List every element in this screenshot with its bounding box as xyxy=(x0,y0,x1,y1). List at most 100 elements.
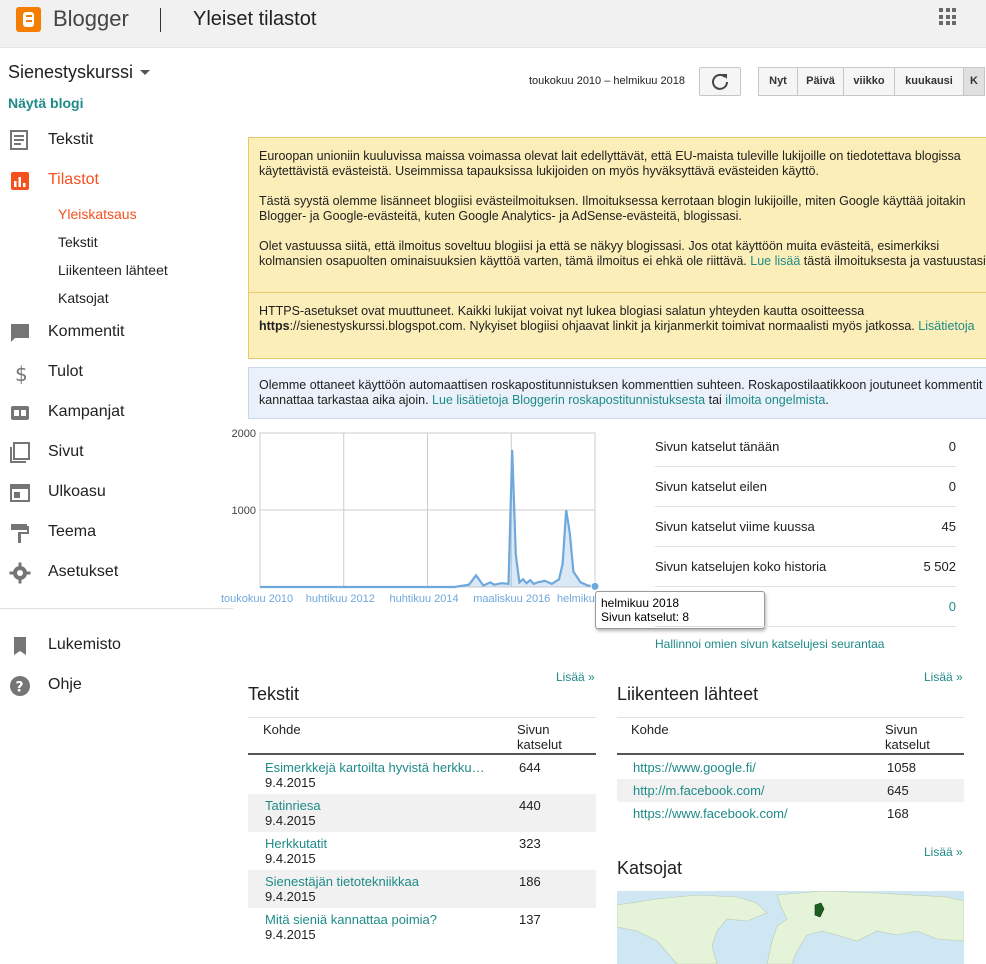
stat-label: Sivun katselut viime kuussa xyxy=(655,519,815,534)
apps-grid-icon[interactable] xyxy=(939,8,956,25)
notice-divider xyxy=(249,292,986,293)
sidebar-item-label: Ohje xyxy=(48,676,82,693)
post-date: 9.4.2015 xyxy=(265,813,316,828)
header-divider xyxy=(160,8,161,32)
traffic-source-link[interactable]: http://m.facebook.com/ xyxy=(633,783,765,798)
notice-text: Euroopan unioniin kuuluvissa maissa voim… xyxy=(259,149,961,178)
help-icon: ? xyxy=(10,676,30,696)
period-week-button[interactable]: viikko xyxy=(843,67,895,96)
post-title-link[interactable]: Tatinriesa xyxy=(265,798,485,813)
spam-info-link[interactable]: Lue lisätietoja Bloggerin roskapostitunn… xyxy=(432,393,705,407)
stat-value-link[interactable]: 0 xyxy=(949,599,956,614)
sidebar-subitem-posts[interactable]: Tekstit xyxy=(58,234,98,250)
traffic-source-link[interactable]: https://www.google.fi/ xyxy=(633,760,756,775)
sidebar-item-label: Ulkoasu xyxy=(48,483,106,500)
sidebar-item-stats[interactable]: Tilastot xyxy=(8,167,228,195)
blogger-logo-icon[interactable] xyxy=(16,7,41,32)
chart-point-highlight xyxy=(590,581,600,591)
column-header-target: Kohde xyxy=(263,722,301,737)
stat-row-today: Sivun katselut tänään 0 xyxy=(655,427,956,467)
post-title-link[interactable]: Herkkutatit xyxy=(265,836,485,851)
post-views: 644 xyxy=(519,760,541,775)
stat-row-yesterday: Sivun katselut eilen 0 xyxy=(655,467,956,507)
svg-text:$: $ xyxy=(15,362,28,385)
sidebar-subitem-audience[interactable]: Katsojat xyxy=(58,290,109,306)
stat-value: 5 502 xyxy=(923,559,956,574)
pages-icon xyxy=(10,442,30,463)
cookie-notice: Euroopan unioniin kuuluvissa maissa voim… xyxy=(248,137,986,359)
sidebar-item-pages[interactable]: Sivut xyxy=(8,439,228,467)
posts-more-link[interactable]: Lisää » xyxy=(556,670,595,684)
traffic-more-link[interactable]: Lisää » xyxy=(924,670,963,684)
learn-more-link[interactable]: Lue lisää xyxy=(750,254,800,268)
stat-label: Sivun katselut eilen xyxy=(655,479,768,494)
campaigns-icon xyxy=(11,406,29,420)
table-row: Herkkutatit 9.4.2015 323 xyxy=(248,832,596,870)
period-day-button[interactable]: Päivä xyxy=(797,67,844,96)
post-title-link[interactable]: Esimerkkejä kartoilta hyvistä herkkusien… xyxy=(265,760,485,775)
period-all-button[interactable]: K xyxy=(963,67,985,96)
sidebar-item-posts[interactable]: Tekstit xyxy=(8,127,228,155)
report-problems-link[interactable]: ilmoita ongelmista xyxy=(725,393,825,407)
period-month-button[interactable]: kuukausi xyxy=(894,67,964,96)
chevron-down-icon[interactable] xyxy=(140,70,150,75)
sidebar-item-campaigns[interactable]: Kampanjat xyxy=(8,399,228,427)
sidebar-item-label: Kampanjat xyxy=(48,403,125,420)
sidebar-item-label: Tulot xyxy=(48,363,83,380)
https-more-info-link[interactable]: Lisätietoja xyxy=(918,319,974,333)
chart-x-tick-label: toukokuu 2010 xyxy=(221,593,293,605)
page-title: Yleiset tilastot xyxy=(193,8,317,30)
stat-value: 0 xyxy=(948,479,956,494)
sidebar-subitem-overview[interactable]: Yleiskatsaus xyxy=(58,206,137,222)
traffic-heading: Liikenteen lähteet xyxy=(617,684,759,704)
layout-icon xyxy=(10,484,30,502)
post-date: 9.4.2015 xyxy=(265,851,316,866)
theme-icon xyxy=(11,524,29,543)
stat-label: Sivun katselut tänään xyxy=(655,439,780,454)
app-name[interactable]: Blogger xyxy=(53,6,129,32)
sidebar-item-settings[interactable]: Asetukset xyxy=(8,559,228,587)
blog-selector[interactable]: Sienestyskurssi xyxy=(8,62,133,83)
notice-text: Olet vastuussa siitä, että ilmoitus sove… xyxy=(259,239,986,268)
dollar-icon: $ xyxy=(15,362,28,385)
manage-tracking-link[interactable]: Hallinnoi omien sivun katselujesi seuran… xyxy=(655,637,884,651)
sidebar-item-comments[interactable]: Kommentit xyxy=(8,319,228,347)
refresh-icon xyxy=(712,73,728,90)
sidebar-item-reading-list[interactable]: Lukemisto xyxy=(8,632,228,660)
comments-icon xyxy=(11,324,29,342)
post-title-link[interactable]: Sienestäjän tietotekniikkaa xyxy=(265,874,485,889)
table-row: http://m.facebook.com/ 645 xyxy=(617,779,964,802)
sidebar-item-label: Kommentit xyxy=(48,323,125,340)
traffic-source-link[interactable]: https://www.facebook.com/ xyxy=(633,806,788,821)
chart-x-tick-label: helmikuu 2018 xyxy=(557,593,600,605)
sidebar-item-theme[interactable]: Teema xyxy=(8,519,228,547)
posts-table-header: Kohde Sivun katselut xyxy=(248,717,596,755)
sidebar-item-label: Tilastot xyxy=(48,171,99,188)
stat-value: 0 xyxy=(948,439,956,454)
pageviews-chart[interactable]: 2000 1000 toukokuu 2010 huhtikuu 2012 huhtik… xyxy=(220,423,600,613)
sidebar-item-help[interactable]: ? Ohje xyxy=(8,672,228,700)
sidebar-item-earnings[interactable]: $ Tulot xyxy=(8,359,228,387)
period-now-button[interactable]: Nyt xyxy=(758,67,798,96)
refresh-button[interactable] xyxy=(699,67,741,96)
audience-more-link[interactable]: Lisää » xyxy=(924,845,963,859)
settings-icon xyxy=(9,562,31,584)
column-header-target: Kohde xyxy=(631,722,669,737)
sidebar-item-layout[interactable]: Ulkoasu xyxy=(8,479,228,507)
table-row: Esimerkkejä kartoilta hyvistä herkkusien… xyxy=(248,756,596,794)
sidebar-subitem-traffic[interactable]: Liikenteen lähteet xyxy=(58,262,168,278)
https-notice-text: HTTPS-asetukset ovat muuttuneet. Kaikki … xyxy=(259,304,975,333)
stat-row-followers: 0 xyxy=(655,587,956,627)
traffic-views: 168 xyxy=(887,806,909,821)
post-views: 323 xyxy=(519,836,541,851)
post-title-link[interactable]: Mitä sieniä kannattaa poimia? xyxy=(265,912,485,927)
posts-icon xyxy=(10,130,28,150)
stat-row-last-month: Sivun katselut viime kuussa 45 xyxy=(655,507,956,547)
view-blog-link[interactable]: Näytä blogi xyxy=(8,95,83,111)
stat-label: Sivun katselujen koko historia xyxy=(655,559,827,574)
column-header-views: Sivun katselut xyxy=(517,722,562,752)
bookmark-icon xyxy=(14,637,26,655)
column-header-views: Sivun katselut xyxy=(885,722,930,752)
audience-world-map[interactable] xyxy=(617,891,964,964)
post-views: 137 xyxy=(519,912,541,927)
